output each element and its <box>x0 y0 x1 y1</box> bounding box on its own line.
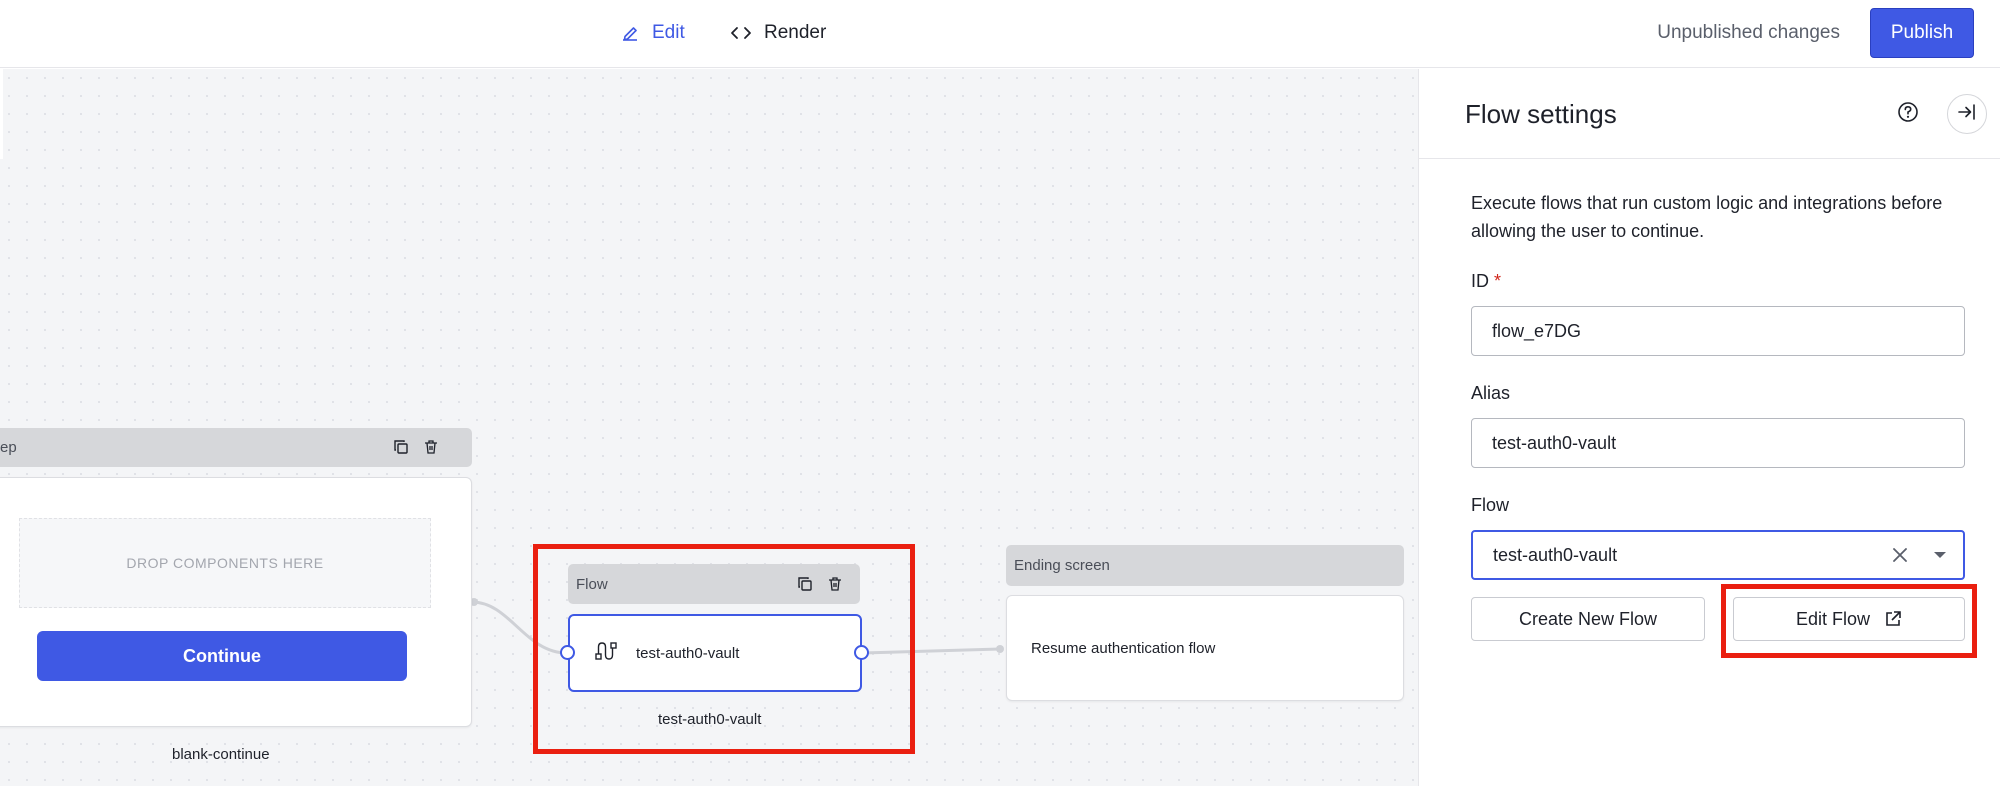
top-bar: Edit Render Unpublished changes Publish <box>0 0 2000 68</box>
clear-icon[interactable] <box>1891 546 1909 564</box>
alias-label: Alias <box>1471 383 1511 403</box>
id-label: ID * <box>1471 271 1501 292</box>
ending-node-header-label: Ending screen <box>1014 557 1110 574</box>
flow-node-box[interactable]: test-auth0-vault <box>568 614 862 692</box>
panel-description: Execute flows that run custom logic and … <box>1471 193 1943 241</box>
help-button[interactable] <box>1888 94 1928 134</box>
create-new-flow-label: Create New Flow <box>1518 608 1658 629</box>
flow-node-header-label: Flow <box>576 575 608 593</box>
flow-node-caption: test-auth0-vault <box>658 711 762 728</box>
alias-field[interactable]: test-auth0-vault <box>1471 418 1965 468</box>
flow-canvas[interactable]: ep DROP COMPONENTS HERE Continue blank-c… <box>0 69 1418 786</box>
step-node-title: ep <box>0 439 17 456</box>
id-field-value: flow_e7DG <box>1492 320 1582 341</box>
duplicate-icon[interactable] <box>392 438 410 456</box>
flow-icon <box>594 640 618 666</box>
panel-title: Flow settings <box>1465 99 1617 129</box>
trash-icon[interactable] <box>826 575 844 593</box>
tab-edit[interactable]: Edit <box>620 18 685 48</box>
code-icon <box>730 23 752 43</box>
ending-node-text: Resume authentication flow <box>1031 639 1216 657</box>
trash-icon[interactable] <box>422 438 440 456</box>
flow-node-input-port[interactable] <box>560 645 575 660</box>
external-link-icon <box>1884 610 1902 628</box>
id-label-text: ID <box>1471 271 1489 291</box>
flow-node-header[interactable]: Flow <box>568 564 860 604</box>
step-node-header[interactable]: ep <box>0 428 472 467</box>
ending-node-header[interactable]: Ending screen <box>1006 545 1404 586</box>
panel-divider <box>1419 158 2000 159</box>
collapse-panel-button[interactable] <box>1947 94 1987 134</box>
publish-button[interactable]: Publish <box>1870 8 1974 58</box>
flow-select[interactable]: test-auth0-vault <box>1471 530 1965 580</box>
unpublished-status: Unpublished changes <box>1657 22 1840 43</box>
continue-button[interactable]: Continue <box>37 631 407 681</box>
step-node-caption: blank-continue <box>172 746 270 763</box>
drop-zone[interactable]: DROP COMPONENTS HERE <box>19 518 431 608</box>
step-node-body: DROP COMPONENTS HERE Continue <box>0 477 472 727</box>
alias-field-value: test-auth0-vault <box>1492 432 1617 453</box>
tab-render-label: Render <box>764 22 827 43</box>
flow-select-value: test-auth0-vault <box>1493 544 1618 565</box>
flow-node-label: test-auth0-vault <box>636 644 740 662</box>
flow-node-output-port[interactable] <box>854 645 869 660</box>
edit-flow-button[interactable]: Edit Flow <box>1733 597 1965 641</box>
arrow-right-to-bar-icon <box>1957 102 1977 127</box>
ending-node-body[interactable]: Resume authentication flow <box>1006 595 1404 701</box>
flow-label: Flow <box>1471 495 1510 515</box>
edit-flow-label: Edit Flow <box>1795 608 1871 629</box>
duplicate-icon[interactable] <box>796 575 814 593</box>
caret-down-icon[interactable] <box>1933 551 1947 559</box>
tab-render[interactable]: Render <box>730 18 826 48</box>
flow-settings-panel: Flow settings Execute flows that run cus… <box>1418 69 2000 786</box>
help-circle-icon <box>1897 101 1919 128</box>
create-new-flow-button[interactable]: Create New Flow <box>1471 597 1705 641</box>
tab-edit-label: Edit <box>652 22 685 43</box>
pencil-icon <box>620 23 640 43</box>
id-field[interactable]: flow_e7DG <box>1471 306 1965 356</box>
required-mark: * <box>1494 271 1502 291</box>
